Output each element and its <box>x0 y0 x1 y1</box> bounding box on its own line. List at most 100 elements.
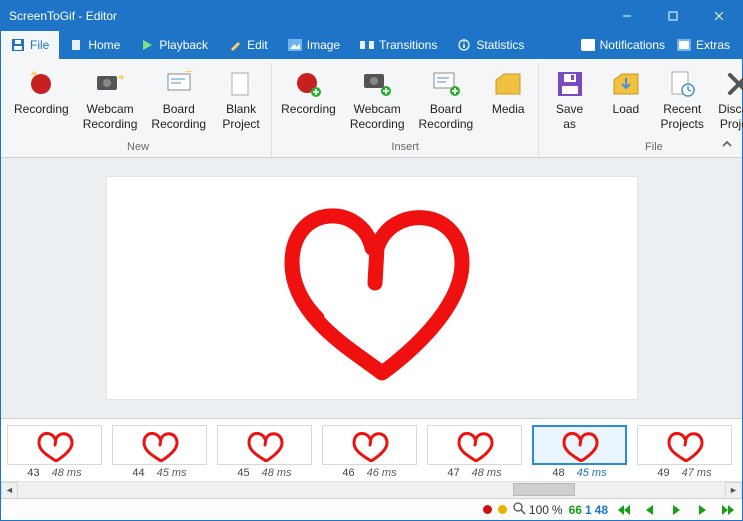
frame-item[interactable]: 46 46 ms <box>322 425 417 479</box>
zoom-segment[interactable]: 100 % <box>513 502 563 518</box>
nav-play-button[interactable] <box>666 501 686 519</box>
frames-scrollbar[interactable]: ◄ ► <box>1 481 742 498</box>
tab-playback[interactable]: Playback <box>130 31 218 59</box>
scroll-thumb[interactable] <box>513 483 575 496</box>
media-icon <box>492 68 524 100</box>
canvas-area <box>1 158 742 418</box>
nav-last-button[interactable] <box>718 501 738 519</box>
frame-item[interactable]: 43 48 ms <box>7 425 102 479</box>
extras-button[interactable]: Extras <box>671 31 736 59</box>
frame-thumbnail <box>427 425 522 465</box>
nav-prev-button[interactable] <box>640 501 660 519</box>
current-frame: 48 <box>595 503 608 517</box>
zoom-value: 100 <box>529 503 549 517</box>
nav-next-button[interactable] <box>692 501 712 519</box>
frame-index: 44 <box>132 467 144 479</box>
frame-item[interactable]: 49 47 ms <box>637 425 732 479</box>
menu-spacer <box>534 31 574 59</box>
insert-recording-button[interactable]: Recording <box>274 63 343 137</box>
zoom-pct: % <box>552 503 563 517</box>
group-file-label: File <box>645 137 663 155</box>
recent-projects-button[interactable]: Recent Projects <box>654 63 711 137</box>
save-icon <box>11 38 25 52</box>
blank-project-label: Blank Project <box>222 102 259 132</box>
insert-media-button[interactable]: Media <box>480 63 536 137</box>
frames-list[interactable]: 43 48 ms 44 45 ms 45 48 ms 46 46 ms 47 <box>1 419 742 481</box>
webcam-recording-label: Webcam Recording <box>83 102 138 132</box>
edit-icon <box>228 38 242 52</box>
record-add-icon <box>292 68 324 100</box>
insert-board-button[interactable]: Board Recording <box>412 63 481 137</box>
tab-image[interactable]: Image <box>278 31 350 59</box>
frame-duration: 47 ms <box>682 467 712 479</box>
tab-edit[interactable]: Edit <box>218 31 278 59</box>
frame-item[interactable]: 48 45 ms <box>532 425 627 479</box>
frame-item[interactable]: 45 48 ms <box>217 425 312 479</box>
tab-statistics[interactable]: Statistics <box>447 31 534 59</box>
recording-button[interactable]: Recording <box>7 63 76 137</box>
load-icon <box>610 68 642 100</box>
group-insert-label: Insert <box>391 137 419 155</box>
statusbar: 100 % 66 1 48 <box>1 498 742 520</box>
frame-counts: 66 1 48 <box>569 503 608 517</box>
frame-thumbnail <box>112 425 207 465</box>
save-as-icon <box>554 68 586 100</box>
frame-item[interactable]: 44 45 ms <box>112 425 207 479</box>
window-title: ScreenToGif - Editor <box>9 9 604 23</box>
scroll-right-button[interactable]: ► <box>725 482 742 499</box>
play-icon <box>140 38 154 52</box>
notifications-button[interactable]: Notifications <box>575 31 671 59</box>
frame-index: 43 <box>27 467 39 479</box>
blank-icon <box>225 68 257 100</box>
magnifier-icon <box>513 502 526 518</box>
load-button[interactable]: Load <box>598 63 654 137</box>
insert-webcam-label: Webcam Recording <box>350 102 405 132</box>
webcam-icon <box>94 68 126 100</box>
board-add-icon <box>430 68 462 100</box>
save-as-button[interactable]: Save as <box>541 63 598 137</box>
scroll-left-button[interactable]: ◄ <box>1 482 18 499</box>
insert-webcam-button[interactable]: Webcam Recording <box>343 63 412 137</box>
maximize-button[interactable] <box>650 1 696 31</box>
frame-thumbnail <box>637 425 732 465</box>
status-dot-red <box>483 505 492 514</box>
tab-statistics-label: Statistics <box>476 38 524 52</box>
frame-duration: 45 ms <box>577 467 607 479</box>
frame-thumbnail <box>217 425 312 465</box>
group-new-label: New <box>127 137 149 155</box>
webcam-add-icon <box>361 68 393 100</box>
heart-drawing <box>242 188 502 388</box>
ribbon-group-file: Save as Load Recent Projects Discard Pro… <box>539 63 743 157</box>
tab-transitions[interactable]: Transitions <box>350 31 447 59</box>
titlebar: ScreenToGif - Editor <box>1 1 742 31</box>
frame-duration: 48 ms <box>262 467 292 479</box>
frames-panel: 43 48 ms 44 45 ms 45 48 ms 46 46 ms 47 <box>1 418 742 498</box>
image-icon <box>288 38 302 52</box>
tab-home[interactable]: Home <box>59 31 130 59</box>
board-icon <box>163 68 195 100</box>
tab-playback-label: Playback <box>159 38 208 52</box>
save-as-label: Save as <box>548 102 591 132</box>
tab-file[interactable]: File <box>1 31 59 59</box>
minimize-button[interactable] <box>604 1 650 31</box>
frame-duration: 48 ms <box>52 467 82 479</box>
frame-thumbnail <box>7 425 102 465</box>
menu-strip: File Home Playback Edit Image Transition… <box>1 31 742 59</box>
canvas-frame[interactable] <box>107 177 637 399</box>
blank-project-button[interactable]: Blank Project <box>213 63 269 137</box>
frame-item[interactable]: 47 48 ms <box>427 425 522 479</box>
recent-projects-label: Recent Projects <box>661 102 704 132</box>
board-recording-button[interactable]: Board Recording <box>144 63 213 137</box>
record-icon <box>25 68 57 100</box>
nav-first-button[interactable] <box>614 501 634 519</box>
transitions-icon <box>360 38 374 52</box>
discard-project-button[interactable]: Discard Project <box>711 63 743 137</box>
ribbon-collapse-button[interactable] <box>718 135 736 153</box>
scroll-track[interactable] <box>18 482 725 499</box>
webcam-recording-button[interactable]: Webcam Recording <box>76 63 145 137</box>
status-dot-yellow <box>498 505 507 514</box>
ribbon-group-insert: Recording Webcam Recording Board Recordi… <box>272 63 539 157</box>
frame-index: 45 <box>237 467 249 479</box>
frame-duration: 45 ms <box>157 467 187 479</box>
close-button[interactable] <box>696 1 742 31</box>
